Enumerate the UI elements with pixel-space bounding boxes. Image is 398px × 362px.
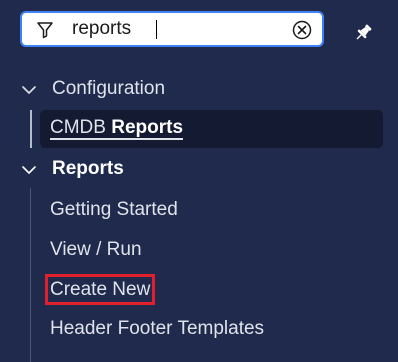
nav-item-getting-started[interactable]: Getting Started — [50, 199, 178, 221]
nav-section-reports[interactable]: Reports — [52, 156, 124, 182]
chevron-down-icon[interactable] — [21, 82, 37, 98]
tree-line-reports — [30, 188, 31, 362]
pin-icon[interactable] — [352, 22, 374, 44]
nav-item-cmdb-reports-label: CMDB Reports — [50, 117, 184, 140]
search-input[interactable] — [72, 13, 277, 45]
text-caret — [156, 20, 157, 39]
chevron-down-icon[interactable] — [21, 162, 37, 178]
nav-section-reports-label: Reports — [52, 158, 124, 179]
nav-item-view-run[interactable]: View / Run — [50, 239, 142, 261]
search-bar[interactable] — [20, 11, 324, 47]
nav-item-header-footer-templates[interactable]: Header Footer Templates — [50, 318, 264, 340]
clear-search-icon[interactable] — [292, 20, 312, 40]
nav-section-configuration[interactable]: Configuration — [52, 76, 165, 102]
tree-line-configuration — [30, 110, 32, 148]
highlight-box — [45, 274, 155, 305]
nav-item-cmdb-reports[interactable]: CMDB Reports — [40, 110, 383, 148]
filter-icon — [37, 22, 53, 39]
nav-section-configuration-label: Configuration — [52, 78, 166, 99]
